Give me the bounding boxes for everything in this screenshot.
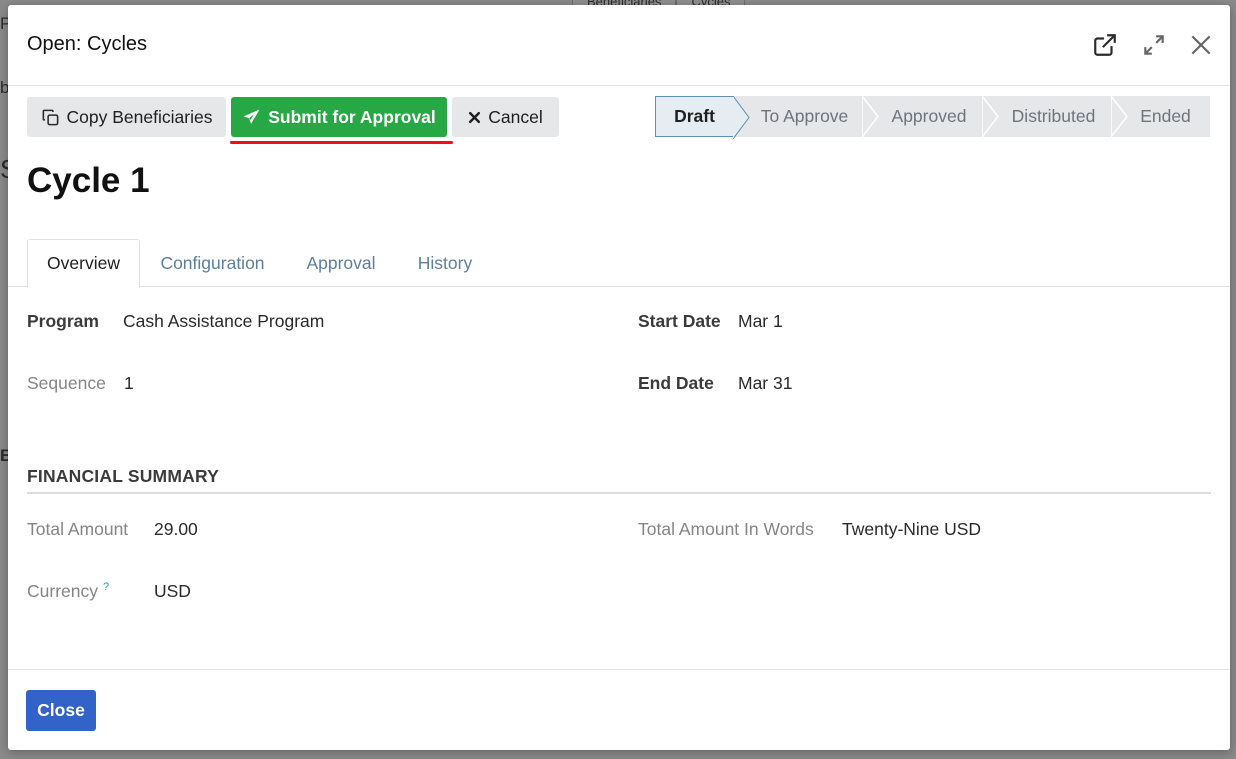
start-date-label: Start Date <box>638 311 721 331</box>
copy-beneficiaries-label: Copy Beneficiaries <box>66 106 213 127</box>
close-button[interactable]: Close <box>26 690 96 731</box>
end-date-value[interactable]: Mar 31 <box>738 373 792 394</box>
currency-value: USD <box>154 581 191 601</box>
sequence-label: Sequence <box>27 373 106 393</box>
copy-beneficiaries-button[interactable]: Copy Beneficiaries <box>27 97 226 137</box>
status-bar: Draft To Approve Approved Distributed En… <box>655 95 1210 139</box>
stage-label: Distributed <box>1011 106 1096 126</box>
stage-draft[interactable]: Draft <box>655 96 750 139</box>
stage-label: To Approve <box>760 106 849 126</box>
total-amount-words-label: Total Amount In Words <box>638 519 814 539</box>
submit-for-approval-label: Submit for Approval <box>268 106 436 127</box>
stage-label: Ended <box>1140 106 1191 126</box>
paper-plane-icon <box>243 109 260 124</box>
stage-chevron <box>862 95 879 138</box>
copy-icon <box>42 109 58 125</box>
total-amount-words-value: Twenty-Nine USD <box>842 519 982 539</box>
section-divider <box>27 492 1211 494</box>
submit-for-approval-button[interactable]: Submit for Approval <box>231 97 447 137</box>
currency-label: Currency? <box>27 581 109 602</box>
sequence-value: 1 <box>124 373 134 393</box>
stage-chevron <box>1111 95 1128 138</box>
stage-chevron <box>982 95 999 138</box>
tab-approval[interactable]: Approval <box>288 239 394 287</box>
close-icon[interactable] <box>1188 32 1214 58</box>
total-amount-value: 29.00 <box>154 519 198 539</box>
highlight-underline <box>230 141 453 144</box>
dialog-title: Open: Cycles <box>27 33 148 55</box>
program-label: Program <box>27 311 99 331</box>
currency-label-text: Currency <box>27 581 98 601</box>
stage-distributed[interactable]: Distributed <box>982 95 1128 138</box>
help-tooltip-icon[interactable]: ? <box>103 581 109 593</box>
financial-summary-title: FINANCIAL SUMMARY <box>27 466 220 486</box>
total-amount-label: Total Amount <box>27 519 129 539</box>
stage-to-approve[interactable]: To Approve <box>733 95 879 138</box>
tab-configuration[interactable]: Configuration <box>148 239 277 287</box>
tab-overview[interactable]: Overview <box>27 239 140 288</box>
cycle-dialog: Open: Cycles Copy Beneficiaries Submit f… <box>8 5 1230 750</box>
record-title: Cycle 1 <box>27 161 150 200</box>
cancel-button[interactable]: Cancel <box>452 97 559 137</box>
stage-chevron <box>733 96 750 139</box>
footer-divider <box>8 669 1230 670</box>
external-link-icon[interactable] <box>1092 32 1118 58</box>
stage-approved[interactable]: Approved <box>862 95 999 138</box>
expand-icon[interactable] <box>1141 32 1167 58</box>
program-value[interactable]: Cash Assistance Program <box>123 311 324 332</box>
dialog-header: Open: Cycles <box>8 5 1230 86</box>
notebook-tabs: Overview Configuration Approval History <box>8 239 1230 288</box>
times-icon <box>469 111 481 123</box>
tab-history[interactable]: History <box>402 239 488 287</box>
stage-label: Draft <box>674 106 715 126</box>
end-date-label: End Date <box>638 373 714 393</box>
stage-label: Approved <box>891 106 967 126</box>
cancel-label: Cancel <box>488 106 543 127</box>
start-date-value[interactable]: Mar 1 <box>738 311 783 332</box>
